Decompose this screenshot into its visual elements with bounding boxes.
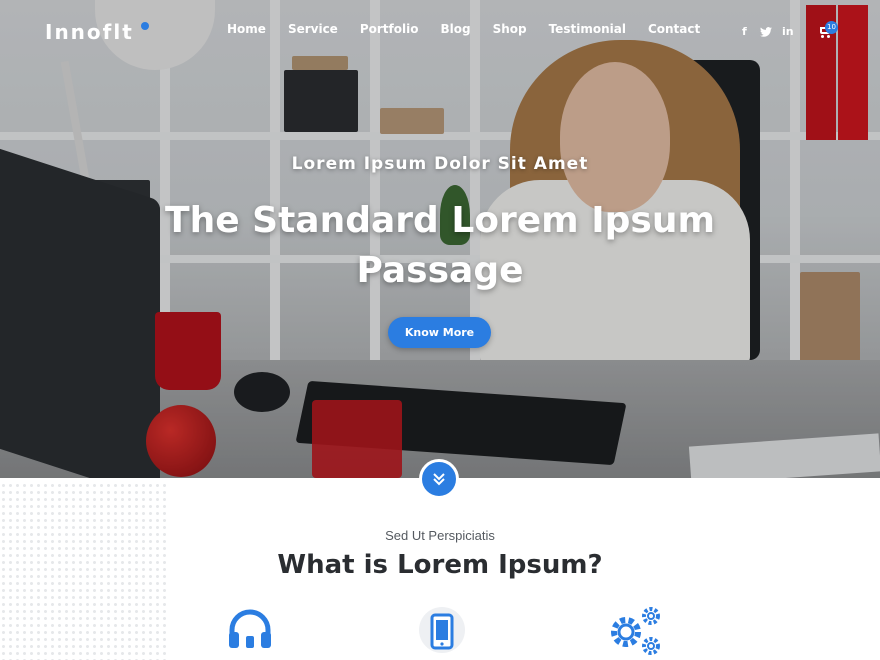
nav-portfolio[interactable]: Portfolio: [349, 22, 430, 36]
gears-icon: [606, 604, 664, 660]
smartphone-icon: [418, 606, 466, 659]
top-navigation: Innoflt Home Service Portfolio Blog Shop…: [0, 0, 880, 60]
twitter-icon[interactable]: [760, 27, 772, 40]
know-more-button[interactable]: Know More: [388, 317, 491, 348]
section-title: What is Lorem Ipsum?: [277, 550, 603, 580]
hero-title: The Standard Lorem Ipsum Passage: [165, 200, 715, 291]
cart-wheel: [821, 35, 824, 38]
hero-subtitle: Lorem Ipsum Dolor Sit Amet: [291, 154, 589, 174]
facebook-icon[interactable]: f: [742, 25, 747, 38]
main-menu: Home Service Portfolio Blog Shop Testimo…: [219, 22, 711, 36]
cart-wheel: [827, 35, 830, 38]
nav-blog[interactable]: Blog: [429, 22, 481, 36]
nav-home[interactable]: Home: [219, 22, 277, 36]
nav-service[interactable]: Service: [277, 22, 349, 36]
section-subtitle: Sed Ut Perspiciatis: [385, 528, 495, 543]
nav-contact[interactable]: Contact: [637, 22, 711, 36]
nav-testimonial[interactable]: Testimonial: [538, 22, 637, 36]
cart-count-badge: 10: [825, 21, 838, 34]
headphones-icon: [226, 606, 274, 655]
logo-dot: [141, 22, 149, 30]
double-chevron-down-icon: [433, 473, 445, 486]
nav-shop[interactable]: Shop: [482, 22, 538, 36]
site-logo[interactable]: Innoflt: [45, 20, 134, 44]
scroll-down-button[interactable]: [419, 459, 459, 499]
linkedin-icon[interactable]: in: [782, 25, 794, 38]
